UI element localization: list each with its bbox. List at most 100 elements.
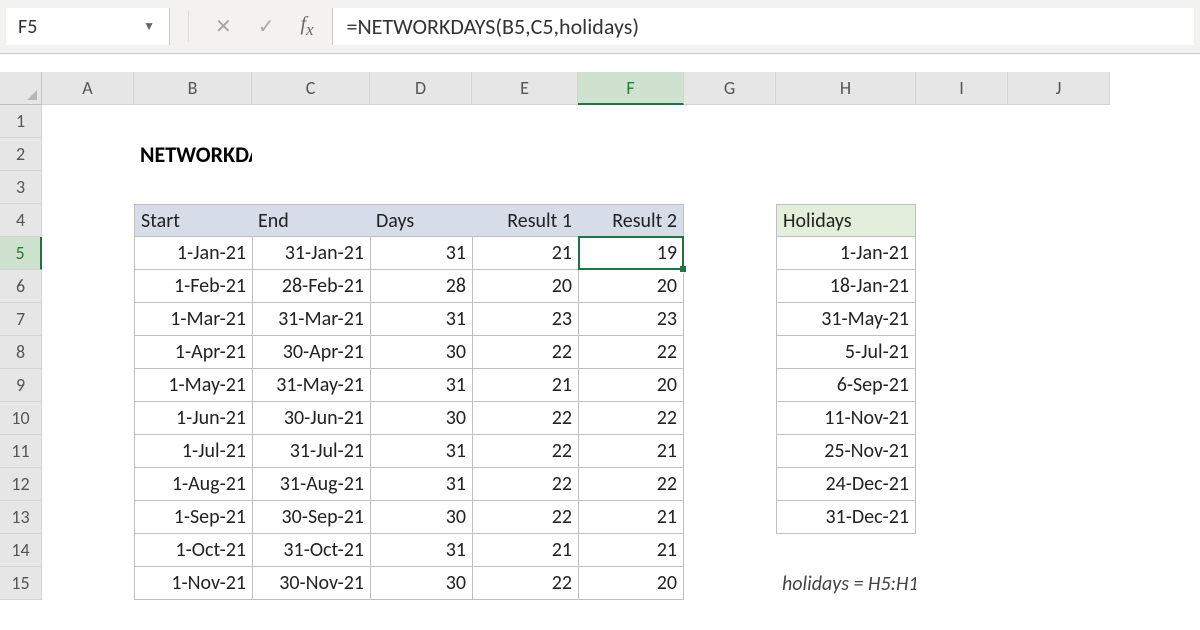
cell-empty[interactable] (42, 237, 134, 270)
enter-icon[interactable]: ✓ (258, 14, 275, 39)
row-header-14[interactable]: 14 (0, 534, 42, 567)
cell-holiday[interactable]: 31-Dec-21 (776, 501, 916, 534)
cell-result1[interactable]: 22 (472, 402, 578, 435)
cell-start[interactable]: 1-Feb-21 (134, 270, 252, 303)
row-header-6[interactable]: 6 (0, 270, 42, 303)
column-header-E[interactable]: E (472, 72, 578, 105)
cell-empty[interactable] (370, 138, 472, 171)
cell-end[interactable]: 31-Aug-21 (252, 468, 370, 501)
cell-holiday[interactable]: 6-Sep-21 (776, 369, 916, 402)
cell-holiday[interactable]: 31-May-21 (776, 303, 916, 336)
cell-empty[interactable] (42, 138, 134, 171)
cell-result2[interactable]: 21 (578, 534, 684, 567)
row-header-3[interactable]: 3 (0, 171, 42, 204)
cell-empty[interactable] (1008, 336, 1110, 369)
cell-end[interactable]: 30-Nov-21 (252, 567, 370, 600)
fx-icon[interactable]: fx (301, 13, 314, 40)
cancel-icon[interactable]: ✕ (215, 14, 232, 39)
cell-empty[interactable] (684, 369, 776, 402)
cell-empty[interactable] (684, 501, 776, 534)
cell-days[interactable]: 28 (370, 270, 472, 303)
cell-empty[interactable] (684, 468, 776, 501)
cell-empty[interactable] (684, 204, 776, 237)
cell-empty[interactable] (578, 105, 684, 138)
cell-days[interactable]: 30 (370, 501, 472, 534)
cell-empty[interactable] (252, 105, 370, 138)
spreadsheet-grid[interactable]: ABCDEFGHIJ12NETWORKDAYS function34StartE… (0, 72, 1200, 630)
column-header-J[interactable]: J (1008, 72, 1110, 105)
cell-days[interactable]: 31 (370, 237, 472, 270)
cell-result1[interactable]: 20 (472, 270, 578, 303)
cell-empty[interactable] (684, 105, 776, 138)
row-header-15[interactable]: 15 (0, 567, 42, 600)
cell-end[interactable]: 31-Jan-21 (252, 237, 370, 270)
cell-end[interactable]: 31-Jul-21 (252, 435, 370, 468)
cell-end[interactable]: 30-Apr-21 (252, 336, 370, 369)
column-header-F[interactable]: F (578, 72, 684, 105)
cell-empty[interactable] (916, 171, 1008, 204)
cell-empty[interactable] (916, 204, 1008, 237)
cell-empty[interactable] (684, 336, 776, 369)
row-header-4[interactable]: 4 (0, 204, 42, 237)
column-header-B[interactable]: B (134, 72, 252, 105)
cell-empty[interactable] (916, 336, 1008, 369)
cell-result1[interactable]: 22 (472, 501, 578, 534)
cell-empty[interactable] (42, 204, 134, 237)
cell-start[interactable]: 1-Apr-21 (134, 336, 252, 369)
cell-empty[interactable] (578, 138, 684, 171)
cell-end[interactable]: 30-Sep-21 (252, 501, 370, 534)
cell-days[interactable]: 30 (370, 336, 472, 369)
cell-result1[interactable]: 22 (472, 336, 578, 369)
cell-empty[interactable] (684, 567, 776, 600)
cell-end[interactable]: 28-Feb-21 (252, 270, 370, 303)
cell-end[interactable]: 31-Mar-21 (252, 303, 370, 336)
cell-empty[interactable] (916, 501, 1008, 534)
name-box-input[interactable] (14, 13, 137, 41)
row-header-13[interactable]: 13 (0, 501, 42, 534)
cell-empty[interactable] (684, 237, 776, 270)
cell-empty[interactable] (1008, 435, 1110, 468)
cell-empty[interactable] (1008, 138, 1110, 171)
cell-empty[interactable] (684, 171, 776, 204)
cell-empty[interactable] (370, 171, 472, 204)
row-header-2[interactable]: 2 (0, 138, 42, 171)
cell-result1[interactable]: 21 (472, 534, 578, 567)
cell-empty[interactable] (684, 402, 776, 435)
cell-empty[interactable] (776, 138, 916, 171)
cell-start[interactable]: 1-Jul-21 (134, 435, 252, 468)
cell-empty[interactable] (776, 534, 916, 567)
cell-result2[interactable]: 19 (578, 237, 684, 270)
cell-start[interactable]: 1-Sep-21 (134, 501, 252, 534)
header-start[interactable]: Start (134, 204, 252, 237)
cell-empty[interactable] (1008, 501, 1110, 534)
cell-empty[interactable] (42, 105, 134, 138)
cell-start[interactable]: 1-Jun-21 (134, 402, 252, 435)
cell-holiday[interactable]: 18-Jan-21 (776, 270, 916, 303)
cell-days[interactable]: 31 (370, 369, 472, 402)
cell-empty[interactable] (42, 402, 134, 435)
header-result1[interactable]: Result 1 (472, 204, 578, 237)
cell-result1[interactable]: 22 (472, 435, 578, 468)
column-header-H[interactable]: H (776, 72, 916, 105)
cell-empty[interactable] (1008, 468, 1110, 501)
cell-empty[interactable] (916, 237, 1008, 270)
cell-empty[interactable] (252, 138, 370, 171)
note-holidays-range[interactable]: holidays = H5:H13 (776, 567, 916, 600)
cell-empty[interactable] (916, 303, 1008, 336)
row-header-1[interactable]: 1 (0, 105, 42, 138)
cell-empty[interactable] (916, 369, 1008, 402)
cell-empty[interactable] (370, 105, 472, 138)
cell-empty[interactable] (684, 270, 776, 303)
cell-empty[interactable] (1008, 534, 1110, 567)
cell-empty[interactable] (776, 105, 916, 138)
cell-empty[interactable] (776, 171, 916, 204)
cell-empty[interactable] (1008, 237, 1110, 270)
cell-empty[interactable] (684, 435, 776, 468)
column-header-D[interactable]: D (370, 72, 472, 105)
row-header-11[interactable]: 11 (0, 435, 42, 468)
cell-result1[interactable]: 23 (472, 303, 578, 336)
cell-start[interactable]: 1-Nov-21 (134, 567, 252, 600)
cell-start[interactable]: 1-May-21 (134, 369, 252, 402)
cell-result2[interactable]: 20 (578, 270, 684, 303)
cell-empty[interactable] (916, 105, 1008, 138)
